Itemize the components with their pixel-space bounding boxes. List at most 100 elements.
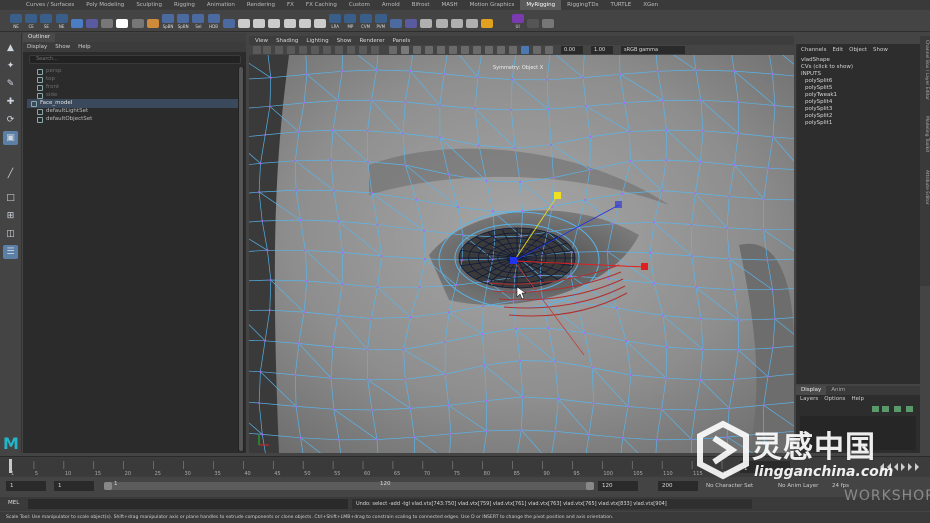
input-node-polytweak1[interactable]: polyTweak1 [805,92,837,99]
rotate-tool-icon[interactable]: ⟳ [3,113,18,127]
outliner-item-defaultobjectset[interactable]: defaultObjectSet [27,115,241,124]
shelf-tab-turtle[interactable]: TURTLE [604,0,637,10]
single-view-icon[interactable]: □ [3,191,18,205]
command-input[interactable] [28,499,348,509]
textured-icon[interactable] [437,46,445,54]
shelf-tab-bifrost[interactable]: Bifrost [406,0,436,10]
shelf-button-31[interactable] [479,12,495,29]
menu-help[interactable]: Help [851,396,864,404]
shelf-button-23[interactable]: CVM [358,12,374,29]
shelf-button-4[interactable] [69,12,85,29]
shelf-button-27[interactable] [418,12,434,29]
shelf-button-20[interactable] [312,12,328,29]
shelf-tab-mash[interactable]: MASH [435,0,463,10]
wireframe-on-shaded-icon[interactable] [425,46,433,54]
shelf-button-28[interactable] [434,12,450,29]
range-slider[interactable]: 1 120 [104,481,594,490]
shelf-button-7[interactable] [114,12,130,29]
channel-menu-channels[interactable]: Channels [801,47,826,53]
anti-aliasing-icon[interactable] [497,46,505,54]
cvs-row[interactable]: CVs (click to show) [801,64,853,71]
input-node-polysplit3[interactable]: polySplit3 [805,106,832,113]
input-node-polysplit5[interactable]: polySplit5 [805,85,832,92]
shelf-button-10[interactable]: SpBN [160,12,176,29]
shelf-button-16[interactable] [251,12,267,29]
shelf-tab-curves-surfaces[interactable]: Curves / Surfaces [20,0,80,10]
input-node-polysplit2[interactable]: polySplit2 [805,113,832,120]
select-tool-icon[interactable]: ▲ [3,41,18,55]
range-handle-left[interactable] [104,482,112,490]
four-view-icon[interactable]: ⊞ [3,209,18,223]
shelf-button-11[interactable]: SpBN [175,12,191,29]
shelf-button-8[interactable] [130,12,146,29]
outliner-title-tab[interactable]: Outliner [23,33,246,42]
input-node-polysplit4[interactable]: polySplit4 [805,99,832,106]
scale-tool-icon[interactable]: ▣ [3,131,18,145]
menu-layers[interactable]: Layers [800,396,818,404]
shelf-button-18[interactable] [282,12,298,29]
resolution-gate-icon[interactable] [323,46,331,54]
move-tool-icon[interactable]: ✚ [3,95,18,109]
shelf-tab-riggingtds[interactable]: RiggingTDs [561,0,604,10]
viewport-menu-shading[interactable]: Shading [276,38,298,44]
lights-icon[interactable] [449,46,457,54]
outliner-menu-help[interactable]: Help [78,44,91,50]
gate-mask-icon[interactable] [335,46,343,54]
shelf-button-26[interactable] [403,12,419,29]
shelf-tab-animation[interactable]: Animation [201,0,241,10]
shelf-button-33[interactable]: UI [510,12,526,29]
paint-select-tool-icon[interactable]: ✎ [3,77,18,91]
shelf-button-0[interactable]: NE [8,12,24,29]
shelf-button-17[interactable] [266,12,282,29]
shelf-button-21[interactable]: LRA [327,12,343,29]
side-tab-attribute-editor[interactable]: Attribute Editor [921,170,929,205]
camera-attributes-icon[interactable] [263,46,271,54]
channel-menu-edit[interactable]: Edit [832,47,843,53]
motion-blur-icon[interactable] [485,46,493,54]
colorspace-select[interactable]: sRGB gamma [621,46,685,54]
shelf-button-30[interactable] [464,12,480,29]
safe-action-icon[interactable] [359,46,367,54]
shelf-tab-poly-modeling[interactable]: Poly Modeling [80,0,130,10]
image-plane-icon[interactable] [287,46,295,54]
shelf-button-34[interactable] [525,12,541,29]
camera-icon[interactable] [253,46,261,54]
outliner-search-input[interactable]: Search... [29,55,241,64]
shelf-button-15[interactable] [236,12,252,29]
perspective-viewport[interactable]: Symmetry: Object X [249,55,794,453]
exposure-field[interactable]: 0.00 [561,46,583,54]
wireframe-icon[interactable] [389,46,397,54]
outliner-menu-show[interactable]: Show [55,44,70,50]
shelf-button-9[interactable] [145,12,161,29]
default-material-icon[interactable] [413,46,421,54]
two-view-icon[interactable]: ◫ [3,227,18,241]
shelf-button-35[interactable] [540,12,556,29]
gamma-field[interactable]: 1.00 [591,46,613,54]
shadows-icon[interactable] [461,46,469,54]
shelf-button-25[interactable] [388,12,404,29]
viewport-menu-lighting[interactable]: Lighting [306,38,328,44]
xray-joints-icon[interactable] [545,46,553,54]
last-tool-icon[interactable]: ╱ [3,167,18,181]
shelf-tab-motion-graphics[interactable]: Motion Graphics [464,0,521,10]
end-frame-field[interactable]: 200 [658,481,698,491]
shelf-button-3[interactable]: NE [54,12,70,29]
menu-options[interactable]: Options [824,396,845,404]
smooth-shade-icon[interactable] [401,46,409,54]
shelf-button-1[interactable]: CE [23,12,39,29]
input-node-polysplit1[interactable]: polySplit1 [805,120,832,127]
viewport-menu-show[interactable]: Show [337,38,352,44]
isolate-select-icon[interactable] [521,46,529,54]
shelf-tab-arnold[interactable]: Arnold [376,0,406,10]
side-tab-modeling-toolkit[interactable]: Modeling Toolkit [921,116,929,152]
shelf-button-2[interactable]: SE [38,12,54,29]
bookmark-icon[interactable] [275,46,283,54]
shelf-tab-custom[interactable]: Custom [343,0,376,10]
outliner-menu-display[interactable]: Display [27,44,47,50]
film-gate-icon[interactable] [311,46,319,54]
shelf-button-5[interactable] [84,12,100,29]
shelf-button-13[interactable]: HDB [206,12,222,29]
shelf-button-6[interactable] [99,12,115,29]
shelf-button-29[interactable] [449,12,465,29]
viewport-menu-panels[interactable]: Panels [393,38,411,44]
